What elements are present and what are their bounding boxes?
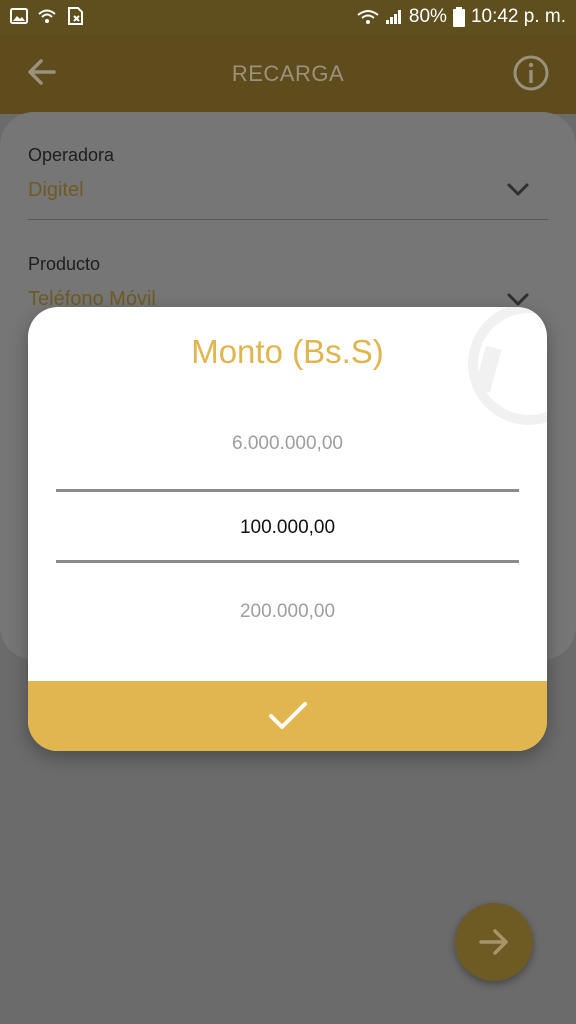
info-icon xyxy=(513,55,549,91)
status-bar: 80% 10:42 p. m. xyxy=(0,0,576,34)
picker-divider-top xyxy=(56,489,519,492)
wifi-icon xyxy=(38,9,56,23)
arrow-right-icon xyxy=(479,929,508,955)
wifi-signal-icon xyxy=(357,10,379,24)
dialog-title: Monto (Bs.S) xyxy=(191,333,384,370)
info-watermark-icon xyxy=(468,307,547,425)
operadora-select[interactable]: Digitel xyxy=(28,179,84,202)
info-button[interactable] xyxy=(512,54,550,92)
battery-percent: 80% xyxy=(408,6,447,27)
amount-picker-dialog: Monto (Bs.S) 6.000.000,00 100.000,00 200… xyxy=(28,307,547,751)
status-left-icons xyxy=(10,7,84,25)
battery-icon xyxy=(452,7,465,27)
picker-divider-bottom xyxy=(56,560,519,563)
chevron-down-icon[interactable] xyxy=(506,292,530,308)
confirm-button[interactable] xyxy=(28,681,547,751)
producto-label: Producto xyxy=(28,254,101,274)
sim-card-x-icon xyxy=(68,7,83,25)
status-right: 80% 10:42 p. m. xyxy=(357,6,566,28)
status-time: 10:42 p. m. xyxy=(470,6,566,27)
picker-option-below[interactable]: 200.000,00 xyxy=(28,601,547,623)
checkmark-icon xyxy=(269,702,307,729)
chevron-down-icon[interactable] xyxy=(506,182,530,198)
picker-option-selected[interactable]: 100.000,00 xyxy=(28,517,547,539)
app-toolbar: RECARGA xyxy=(0,34,576,114)
image-icon xyxy=(10,8,28,24)
operadora-label: Operadora xyxy=(28,145,115,165)
page-title: RECARGA xyxy=(231,61,345,86)
cell-signal-icon xyxy=(385,10,401,24)
picker-option-above[interactable]: 6.000.000,00 xyxy=(28,433,547,455)
next-button[interactable] xyxy=(455,903,533,981)
operadora-underline xyxy=(28,219,548,220)
